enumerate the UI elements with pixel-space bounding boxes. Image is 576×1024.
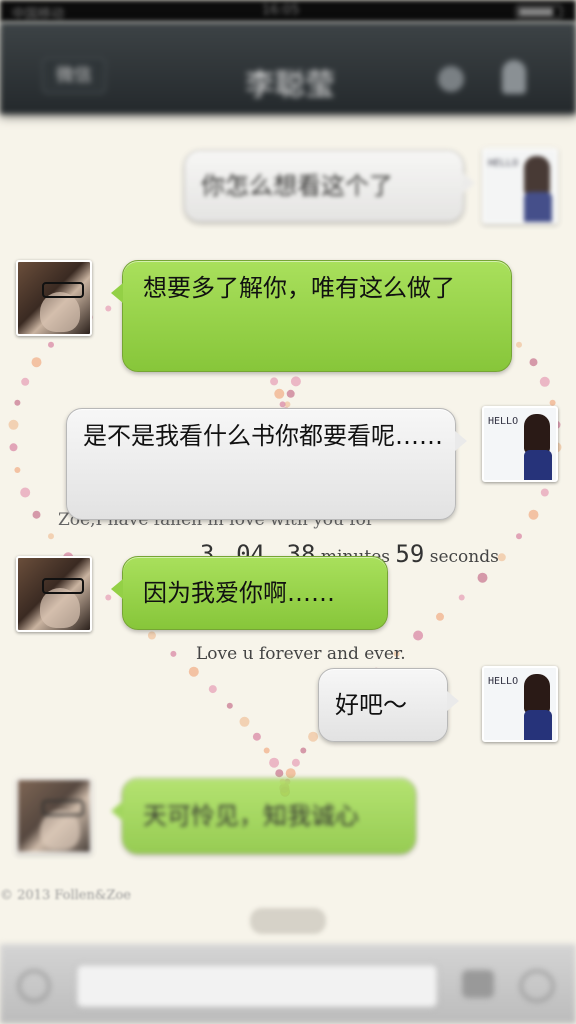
heart-petal — [188, 666, 199, 677]
profile-icon[interactable] — [502, 60, 526, 94]
heart-petal — [413, 630, 424, 641]
heart-petal — [270, 377, 279, 386]
heart-petal — [549, 399, 556, 406]
heart-petal — [516, 341, 522, 348]
avatar[interactable]: HELLO :) — [482, 666, 558, 742]
status-bar: 中国移动 16:05 — [0, 0, 576, 22]
avatar[interactable]: HELLO :) — [482, 148, 558, 224]
message-text: 好吧～ — [335, 691, 407, 719]
heart-petal — [458, 594, 465, 601]
avatar[interactable] — [16, 556, 92, 632]
heart-petal — [516, 533, 522, 540]
heart-petal — [540, 488, 549, 497]
heart-petal — [208, 685, 217, 694]
plus-icon[interactable] — [520, 970, 554, 1002]
heart-petal — [539, 376, 550, 387]
message-bubble[interactable]: 因为我爱你啊…… — [111, 556, 388, 630]
heart-petal — [239, 716, 250, 727]
message-bubble[interactable]: 好吧～ — [318, 668, 459, 742]
heart-petal — [290, 376, 301, 387]
message-text: 是不是我看什么书你都要看呢…… — [83, 422, 443, 450]
seconds-label: seconds — [429, 547, 499, 567]
chat-area[interactable]: Zoe,I have fallen in love with you for 3… — [0, 114, 576, 944]
heart-petal — [529, 358, 538, 367]
contact-icon[interactable] — [438, 66, 464, 92]
heart-petal — [14, 399, 21, 406]
heart-petal — [147, 631, 156, 640]
message-text: 因为我爱你啊…… — [143, 579, 335, 607]
heart-petal — [436, 612, 444, 621]
heart-petal — [263, 747, 270, 754]
battery-icon — [516, 5, 562, 19]
message-bubble[interactable]: 天可怜见，知我诚心 — [111, 778, 416, 854]
avatar[interactable] — [16, 260, 92, 336]
heart-petal — [291, 758, 300, 767]
avatar[interactable] — [16, 778, 92, 854]
heart-petal — [528, 509, 539, 520]
voice-icon[interactable] — [18, 970, 50, 1002]
timestamp-chip — [250, 908, 326, 934]
message-text: 想要多了解你，唯有这么做了 — [143, 274, 455, 302]
counter-seconds: 59 — [395, 540, 425, 568]
heart-petal — [252, 732, 261, 741]
watermark-copyright: © 2013 Follen&Zoe — [0, 888, 131, 903]
message-input[interactable] — [76, 964, 438, 1008]
heart-petal — [279, 401, 286, 408]
heart-petal — [9, 443, 18, 452]
heart-petal — [20, 487, 31, 498]
carrier-label: 中国移动 — [12, 7, 65, 22]
heart-petal — [48, 533, 54, 540]
message-text: 天可怜见，知我诚心 — [143, 802, 359, 830]
avatar[interactable]: HELLO :) — [482, 406, 558, 482]
message-bubble[interactable]: 是不是我看什么书你都要看呢…… — [66, 408, 467, 520]
heart-petal — [226, 702, 233, 709]
chat-title: 李聪莹 — [245, 68, 335, 103]
heart-petal — [269, 757, 280, 768]
heart-petal — [308, 731, 319, 742]
heart-petal — [274, 388, 285, 399]
heart-petal — [105, 305, 112, 312]
message-bubble[interactable]: 想要多了解你，唯有这么做了 — [111, 260, 512, 372]
heart-petal — [21, 377, 30, 386]
heart-petal — [497, 553, 506, 562]
heart-petal — [31, 357, 42, 368]
heart-petal — [14, 467, 21, 473]
watermark-line-3: Love u forever and ever. — [196, 644, 406, 664]
heart-petal — [48, 341, 54, 348]
nav-bar: 微信 李聪莹 — [0, 22, 576, 114]
heart-petal — [477, 572, 488, 583]
message-bubble[interactable]: 你怎么想看这个了 — [184, 150, 475, 222]
heart-petal — [8, 419, 19, 430]
emoji-icon[interactable] — [462, 970, 494, 998]
heart-petal — [285, 768, 296, 779]
heart-petal — [275, 769, 284, 778]
back-button[interactable]: 微信 — [42, 58, 106, 94]
heart-petal — [32, 510, 41, 519]
heart-petal — [286, 389, 295, 398]
clock-label: 16:05 — [262, 3, 300, 18]
heart-petal — [170, 650, 177, 657]
heart-petal — [300, 747, 307, 754]
message-text: 你怎么想看这个了 — [201, 172, 393, 200]
